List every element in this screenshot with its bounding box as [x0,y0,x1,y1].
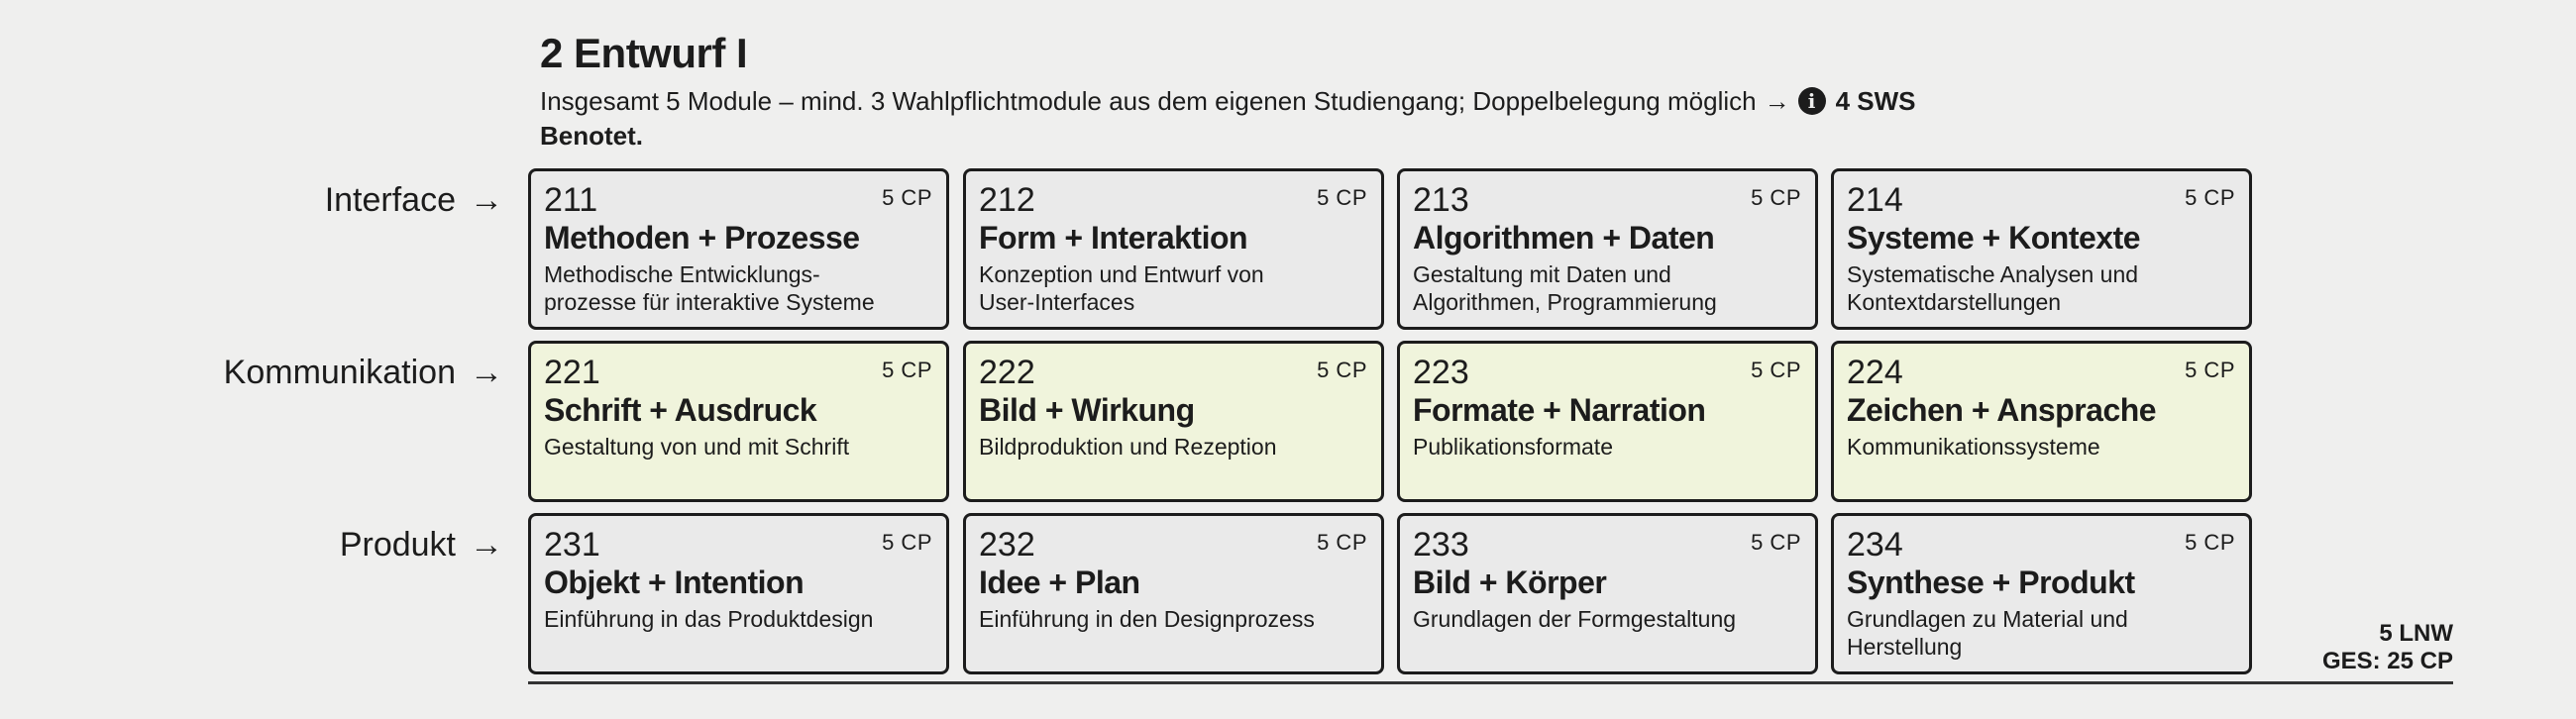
module-credits: 5 CP [882,530,932,555]
section-header: 2 Entwurf I Insgesamt 5 Module – mind. 3… [540,26,1916,153]
module-title: Synthese + Produkt [1847,565,2135,600]
module-card-232[interactable]: 232 5 CP Idee + Plan Einführung in den Desi… [963,513,1384,674]
row-label-text: Kommunikation [223,354,456,391]
module-number: 231 [544,526,600,564]
module-title: Systeme + Kontexte [1847,220,2141,256]
graded-note: Benotet. [540,121,643,151]
summary: 5 LNW GES: 25 CP [2322,620,2453,675]
module-credits: 5 CP [882,358,932,382]
module-title: Formate + Narration [1413,392,1706,428]
module-credits: 5 CP [1317,358,1367,382]
module-credits: 5 CP [2185,185,2235,210]
module-card-233[interactable]: 233 5 CP Bild + Körper Grundlagen der Formg… [1397,513,1818,674]
module-title: Schrift + Ausdruck [544,392,817,428]
module-credits: 5 CP [1751,185,1801,210]
summary-lnw: 5 LNW [2379,620,2453,647]
module-card-214[interactable]: 214 5 CP Systeme + Kontexte Systematische A… [1831,168,2252,330]
arrow-right-icon: → [1764,86,1790,116]
module-credits: 5 CP [1751,530,1801,555]
subtitle-text: Insgesamt 5 Module – mind. 3 Wahlpflicht… [540,86,1757,116]
module-number: 232 [979,526,1035,564]
sws-value: 4 SWS [1835,86,1916,116]
row-label-text: Produkt [339,526,456,564]
module-credits: 5 CP [1317,185,1367,210]
module-credits: 5 CP [2185,358,2235,382]
module-description: Methodische Entwicklungs- prozesse für i… [544,261,875,315]
arrow-right-icon: → [470,181,503,219]
module-card-223[interactable]: 223 5 CP Formate + Narration Publikationsfo… [1397,341,1818,502]
module-card-213[interactable]: 213 5 CP Algorithmen + Daten Gestaltung mit… [1397,168,1818,330]
module-description: Publikationsformate [1413,434,1613,460]
arrow-right-icon: → [470,354,503,391]
row-label-text: Interface [324,181,456,219]
module-number: 234 [1847,526,1903,564]
section-title: 2 Entwurf I [540,30,748,76]
module-card-234[interactable]: 234 5 CP Synthese + Produkt Grundlagen zu M… [1831,513,2252,674]
module-description: Grundlagen der Formgestaltung [1413,606,1737,632]
module-description: Bildproduktion und Rezeption [979,434,1277,460]
module-number: 224 [1847,354,1903,391]
module-card-221[interactable]: 221 5 CP Schrift + Ausdruck Gestaltung von … [528,341,949,502]
bottom-divider [528,681,2453,684]
module-title: Idee + Plan [979,565,1140,600]
module-card-231[interactable]: 231 5 CP Objekt + Intention Einführung in d… [528,513,949,674]
module-description: Einführung in den Designprozess [979,606,1315,632]
module-title: Form + Interaktion [979,220,1248,256]
module-description: Gestaltung mit Daten und Algorithmen, Pr… [1413,261,1717,315]
module-description: Einführung in das Produktdesign [544,606,874,632]
module-number: 212 [979,181,1035,219]
module-credits: 5 CP [1317,530,1367,555]
module-credits: 5 CP [2185,530,2235,555]
module-title: Methoden + Prozesse [544,220,860,256]
module-title: Zeichen + Ansprache [1847,392,2157,428]
module-number: 222 [979,354,1035,391]
module-title: Bild + Wirkung [979,392,1195,428]
summary-total-cp: GES: 25 CP [2321,648,2453,674]
module-credits: 5 CP [1751,358,1801,382]
module-title: Algorithmen + Daten [1413,220,1715,256]
module-card-224[interactable]: 224 5 CP Zeichen + Ansprache Kommunikations… [1831,341,2252,502]
module-description: Systematische Analysen und Kontextdarste… [1847,261,2139,315]
row-label-kommunikation: Kommunikation → [0,353,503,392]
module-card-212[interactable]: 212 5 CP Form + Interaktion Konzeption und … [963,168,1384,330]
module-number: 213 [1413,181,1469,219]
info-icon[interactable]: i [1797,87,1826,115]
module-number: 223 [1413,354,1469,391]
module-title: Bild + Körper [1413,565,1607,600]
module-number: 211 [544,181,598,219]
row-label-interface: Interface → [0,180,503,220]
module-card-222[interactable]: 222 5 CP Bild + Wirkung Bildproduktion und … [963,341,1384,502]
module-description: Kommunikationssysteme [1847,434,2100,460]
arrow-right-icon: → [470,526,503,564]
row-label-produkt: Produkt → [0,525,503,565]
module-number: 221 [544,354,600,391]
module-title: Objekt + Intention [544,565,805,600]
module-description: Konzeption und Entwurf von User-Interfac… [979,261,1264,315]
module-card-211[interactable]: 211 5 CP Methoden + Prozesse Methodische En… [528,168,949,330]
module-description: Grundlagen zu Material und Herstellung [1847,606,2128,660]
module-number: 214 [1847,181,1903,219]
module-credits: 5 CP [882,185,932,210]
module-number: 233 [1413,526,1469,564]
module-description: Gestaltung von und mit Schrift [544,434,850,460]
section-subtitle: Insgesamt 5 Module – mind. 3 Wahlpflicht… [540,83,1916,119]
